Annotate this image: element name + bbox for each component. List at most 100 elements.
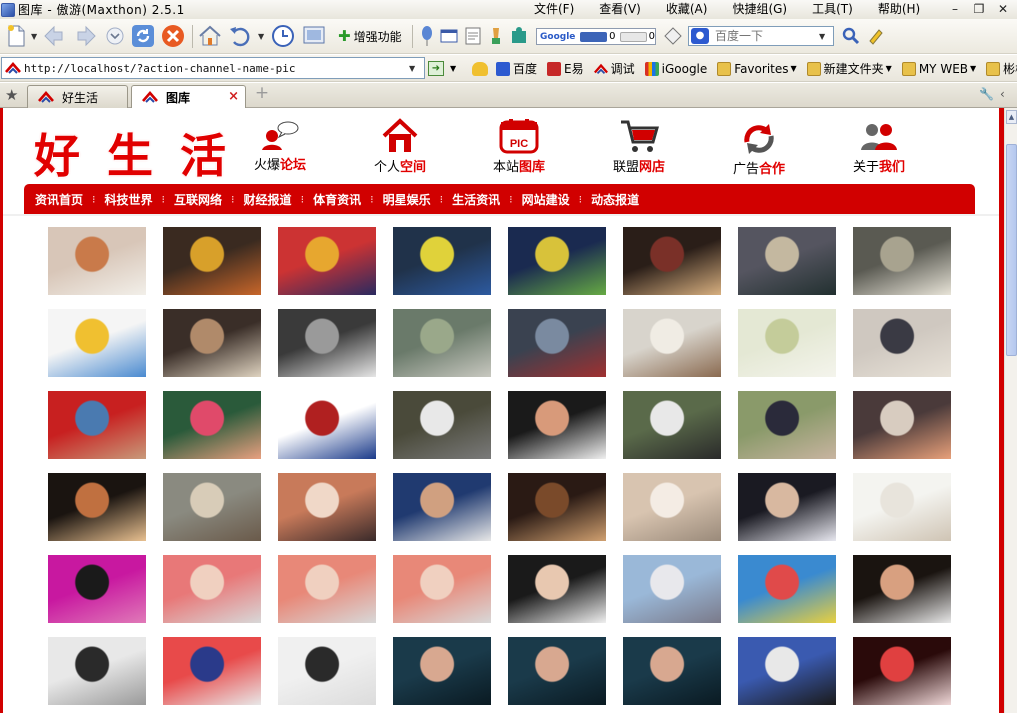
plugin-button-2[interactable] bbox=[436, 23, 462, 49]
history-button[interactable] bbox=[270, 23, 296, 49]
gallery-thumbnail[interactable] bbox=[392, 472, 492, 542]
screen-capture-button[interactable] bbox=[301, 23, 327, 49]
gallery-thumbnail[interactable] bbox=[622, 636, 722, 706]
google-toolbar[interactable]: Google 0 0 bbox=[536, 28, 656, 45]
history-dropdown-button[interactable] bbox=[102, 23, 128, 49]
home-button[interactable] bbox=[197, 23, 223, 49]
gallery-thumbnail[interactable] bbox=[622, 390, 722, 460]
menu-view[interactable]: 查看(V) bbox=[599, 0, 641, 19]
gallery-thumbnail[interactable] bbox=[277, 636, 377, 706]
undo-dropdown-icon[interactable]: ▼ bbox=[258, 32, 264, 41]
gallery-thumbnail[interactable] bbox=[507, 390, 607, 460]
undo-close-button[interactable] bbox=[227, 23, 253, 49]
gallery-thumbnail[interactable] bbox=[852, 472, 952, 542]
go-button[interactable]: ➜ bbox=[428, 61, 444, 76]
gallery-thumbnail[interactable] bbox=[507, 226, 607, 296]
menu-file[interactable]: 文件(F) bbox=[534, 0, 574, 19]
gallery-thumbnail[interactable] bbox=[737, 390, 837, 460]
refresh-button[interactable] bbox=[130, 23, 156, 49]
gallery-thumbnail[interactable] bbox=[47, 308, 147, 378]
gallery-thumbnail[interactable] bbox=[162, 472, 262, 542]
restore-button[interactable]: ❐ bbox=[967, 1, 991, 18]
gallery-thumbnail[interactable] bbox=[622, 308, 722, 378]
nav-about[interactable]: 关于我们 bbox=[829, 118, 929, 175]
gallery-thumbnail[interactable] bbox=[852, 308, 952, 378]
scroll-up-icon[interactable]: ▲ bbox=[1006, 110, 1017, 124]
search-input[interactable] bbox=[715, 28, 819, 44]
gallery-thumbnail[interactable] bbox=[277, 554, 377, 624]
new-page-dropdown-icon[interactable]: ▼ bbox=[31, 32, 37, 41]
site-menu-item[interactable]: 资讯首页 bbox=[35, 191, 83, 208]
forward-button[interactable] bbox=[72, 23, 98, 49]
vertical-scrollbar[interactable]: ▲ bbox=[1004, 108, 1017, 713]
link-igoogle[interactable]: iGoogle bbox=[644, 61, 707, 76]
search-box[interactable]: ● ▼ bbox=[688, 26, 834, 46]
folder-my-web[interactable]: MY WEB ▼ bbox=[901, 61, 976, 76]
folder-binbin[interactable]: 彬彬 bbox=[986, 60, 1017, 77]
folder-favorites[interactable]: Favorites ▼ bbox=[717, 61, 797, 76]
link-eyi[interactable]: E易 bbox=[547, 60, 584, 77]
gallery-thumbnail[interactable] bbox=[47, 226, 147, 296]
gallery-thumbnail[interactable] bbox=[162, 554, 262, 624]
gallery-thumbnail[interactable] bbox=[277, 390, 377, 460]
gallery-thumbnail[interactable] bbox=[47, 472, 147, 542]
gallery-thumbnail[interactable] bbox=[162, 636, 262, 706]
gallery-thumbnail[interactable] bbox=[392, 554, 492, 624]
url-field[interactable]: ▼ bbox=[1, 57, 425, 79]
gallery-thumbnail[interactable] bbox=[162, 226, 262, 296]
search-button[interactable] bbox=[838, 23, 864, 49]
site-logo[interactable]: 好 生 活 bbox=[34, 120, 253, 186]
scrollbar-thumb[interactable] bbox=[1006, 144, 1017, 356]
site-menu-item[interactable]: 互联网络 bbox=[174, 191, 222, 208]
url-dropdown-icon[interactable]: ▼ bbox=[409, 64, 415, 73]
link-baidu[interactable]: 百度 bbox=[496, 60, 537, 77]
gallery-thumbnail[interactable] bbox=[737, 636, 837, 706]
gallery-thumbnail[interactable] bbox=[852, 554, 952, 624]
new-page-button[interactable] bbox=[3, 23, 29, 49]
gallery-thumbnail[interactable] bbox=[162, 308, 262, 378]
gallery-thumbnail[interactable] bbox=[852, 226, 952, 296]
gallery-thumbnail[interactable] bbox=[622, 554, 722, 624]
star-icon[interactable]: ★ bbox=[5, 86, 18, 104]
gallery-thumbnail[interactable] bbox=[737, 472, 837, 542]
plugin-button-3[interactable] bbox=[460, 23, 486, 49]
gallery-thumbnail[interactable] bbox=[737, 226, 837, 296]
gallery-thumbnail[interactable] bbox=[277, 472, 377, 542]
gallery-thumbnail[interactable] bbox=[392, 226, 492, 296]
gallery-thumbnail[interactable] bbox=[392, 390, 492, 460]
gallery-thumbnail[interactable] bbox=[852, 390, 952, 460]
site-menu-item[interactable]: 网站建设 bbox=[522, 191, 570, 208]
site-menu-item[interactable]: 动态报道 bbox=[591, 191, 639, 208]
gallery-thumbnail[interactable] bbox=[392, 308, 492, 378]
go-dropdown-icon[interactable]: ▼ bbox=[450, 64, 456, 73]
gallery-thumbnail[interactable] bbox=[162, 390, 262, 460]
gallery-thumbnail[interactable] bbox=[507, 308, 607, 378]
close-tab-icon[interactable]: × bbox=[228, 89, 239, 104]
gallery-thumbnail[interactable] bbox=[852, 636, 952, 706]
nav-gallery[interactable]: PIC 本站图库 bbox=[469, 118, 569, 175]
link-debug[interactable]: 调试 bbox=[593, 60, 635, 77]
menu-favorites[interactable]: 收藏(A) bbox=[666, 0, 708, 19]
close-button[interactable]: ✕ bbox=[991, 1, 1015, 18]
gallery-thumbnail[interactable] bbox=[737, 308, 837, 378]
minimize-button[interactable]: – bbox=[943, 1, 967, 18]
menu-shortcut-groups[interactable]: 快捷组(G) bbox=[732, 0, 787, 19]
search-engine-dropdown-icon[interactable]: ▼ bbox=[819, 32, 825, 41]
menu-tools[interactable]: 工具(T) bbox=[812, 0, 853, 19]
nav-advertising[interactable]: 广告合作 bbox=[709, 122, 809, 177]
gallery-thumbnail[interactable] bbox=[47, 554, 147, 624]
plugin-button-5[interactable] bbox=[506, 23, 532, 49]
gallery-thumbnail[interactable] bbox=[622, 472, 722, 542]
gallery-thumbnail[interactable] bbox=[507, 636, 607, 706]
gallery-thumbnail[interactable] bbox=[737, 554, 837, 624]
menu-help[interactable]: 帮助(H) bbox=[878, 0, 920, 19]
back-button[interactable] bbox=[42, 23, 68, 49]
wrench-icon[interactable]: 🔧 bbox=[979, 87, 994, 101]
chevron-left-icon[interactable]: ‹ bbox=[1000, 87, 1005, 101]
gallery-thumbnail[interactable] bbox=[277, 308, 377, 378]
gallery-thumbnail[interactable] bbox=[47, 390, 147, 460]
site-menu-item[interactable]: 科技世界 bbox=[105, 191, 153, 208]
site-menu-item[interactable]: 体育资讯 bbox=[313, 191, 361, 208]
shield-favorites-icon[interactable] bbox=[472, 61, 488, 76]
gallery-thumbnail[interactable] bbox=[507, 472, 607, 542]
